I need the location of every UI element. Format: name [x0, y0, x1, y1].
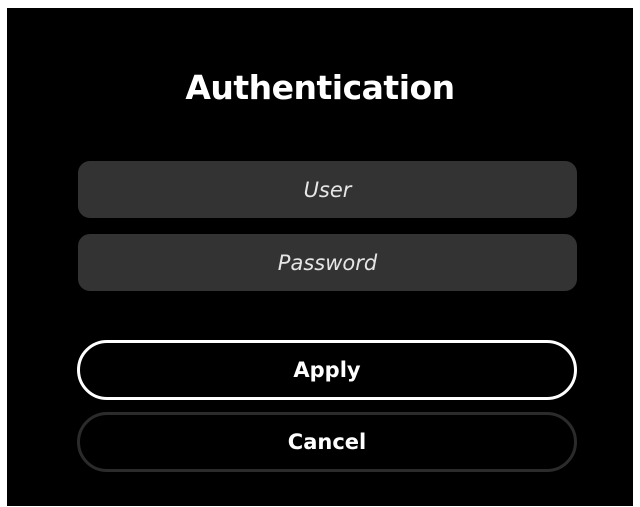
user-input[interactable]: [78, 161, 577, 218]
dialog-title: Authentication: [185, 68, 455, 107]
cancel-button[interactable]: Cancel: [77, 412, 577, 472]
apply-button[interactable]: Apply: [77, 340, 577, 400]
authentication-dialog: Authentication Apply Cancel: [7, 8, 633, 506]
apply-button-label: Apply: [293, 358, 361, 382]
password-input[interactable]: [78, 234, 577, 291]
cancel-button-label: Cancel: [287, 430, 367, 454]
